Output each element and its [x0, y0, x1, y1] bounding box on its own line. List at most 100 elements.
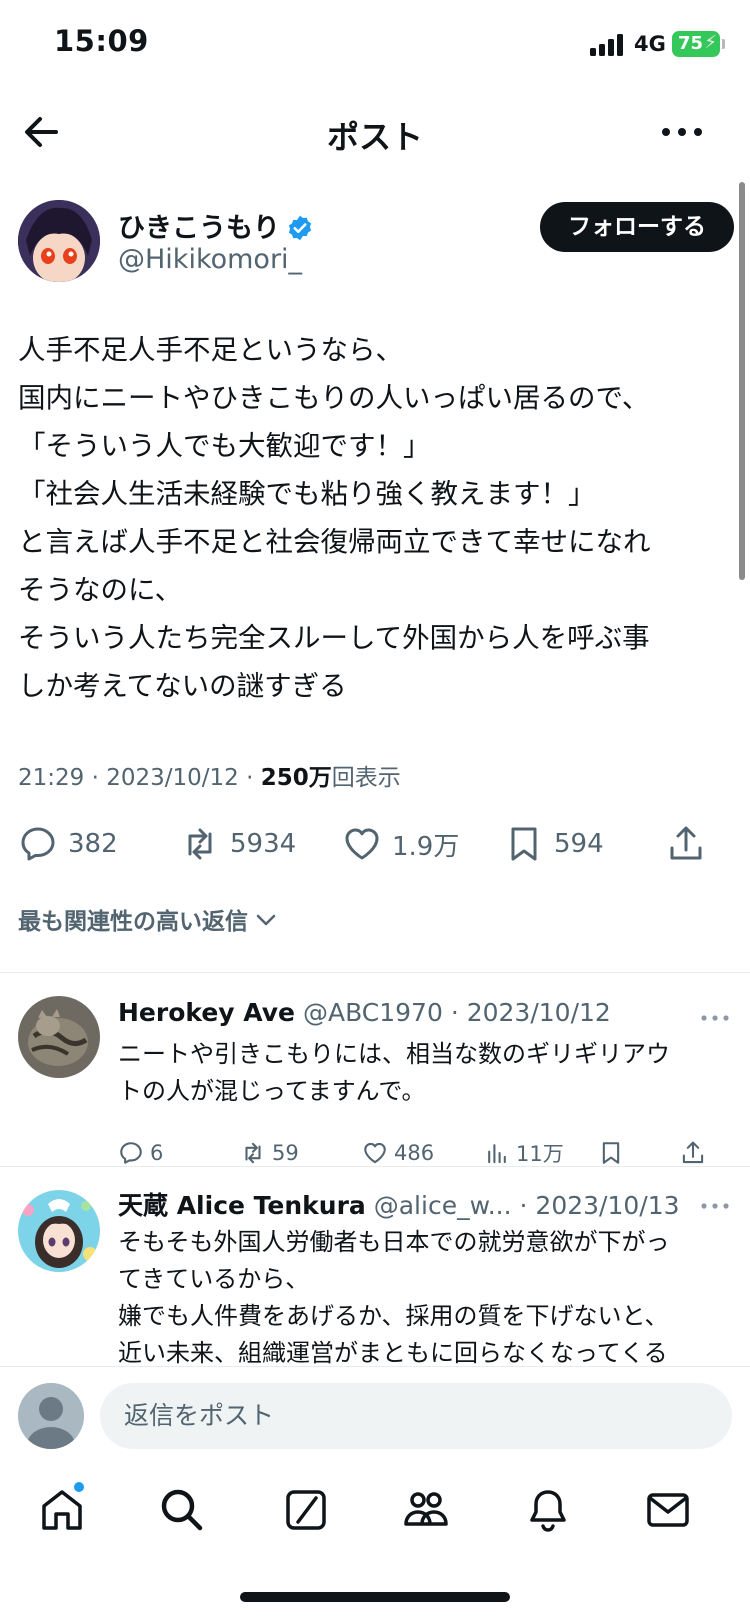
view-label: 回表示 [331, 765, 401, 791]
more-button[interactable] [654, 110, 710, 154]
signal-icon [590, 34, 628, 56]
reply-line: てきているから、 [118, 1265, 310, 1293]
reply-composer: 返信をポスト [0, 1366, 750, 1458]
cat-photo [18, 996, 100, 1078]
post-meta: 21:29 · 2023/10/12 · 250万回表示 [18, 765, 401, 791]
reply-text: そもそも外国人労働者も日本での就労意欲が下がっ てきているから、 嫌でも人件費を… [118, 1224, 730, 1372]
follow-button[interactable]: フォローする [540, 202, 734, 252]
repost-count: 59 [272, 1141, 299, 1165]
repost-count: 5934 [230, 829, 297, 859]
post-time: 21:29 [18, 765, 85, 791]
reply-author-handle[interactable]: @alice_w... [374, 1191, 512, 1220]
reply-input[interactable]: 返信をポスト [100, 1383, 732, 1449]
post-line: 人手不足人手不足というなら、 [18, 334, 403, 366]
communities-icon [404, 1492, 448, 1526]
search-icon [161, 1489, 203, 1531]
tab-search[interactable] [156, 1484, 208, 1536]
reply-header: Herokey Ave @ABC1970 · 2023/10/12 [118, 998, 611, 1027]
status-bar: 15:09 4G 75 ⚡ [0, 0, 750, 90]
tab-messages[interactable] [642, 1484, 694, 1536]
more-horizontal-icon [701, 1015, 729, 1021]
reply-like-button[interactable]: 486 [362, 1136, 434, 1170]
more-horizontal-icon [662, 128, 702, 136]
repost-button[interactable]: 5934 [180, 818, 296, 870]
reply-reply-button[interactable]: 6 [118, 1136, 163, 1170]
default-user-icon [18, 1383, 84, 1449]
scroll-indicator[interactable] [739, 182, 745, 580]
post-author: ひきこうもり @Hikikomori_ フォローする [18, 200, 734, 290]
bookmark-button[interactable]: 594 [504, 818, 604, 870]
post-line: 国内にニートやひきこもりの人いっぱい居るので、 [18, 382, 650, 414]
heart-icon [345, 828, 379, 860]
reply-line: 嫌でも人件費をあげるか、採用の質を下げないと、 [118, 1302, 669, 1330]
like-count: 486 [394, 1141, 435, 1165]
meta-separator: · [442, 998, 467, 1027]
author-name[interactable]: ひきこうもり [118, 206, 314, 245]
home-indicator[interactable] [240, 1592, 510, 1602]
reply-author-name[interactable]: 天蔵 Alice Tenkura [118, 1191, 366, 1220]
grok-icon [286, 1490, 326, 1530]
verified-badge-icon [288, 215, 312, 241]
reply-sort-dropdown[interactable]: 最も関連性の高い返信 [18, 902, 278, 936]
mail-icon [647, 1493, 689, 1527]
bookmark-count: 594 [554, 829, 604, 859]
chevron-down-icon [256, 914, 276, 926]
more-horizontal-icon [701, 1203, 729, 1209]
tab-communities[interactable] [400, 1484, 452, 1536]
reply-avatar[interactable] [18, 1190, 100, 1272]
tab-grok[interactable] [280, 1484, 332, 1536]
share-button[interactable] [666, 818, 716, 870]
reply-share-button[interactable] [680, 1136, 712, 1170]
analytics-icon [488, 1144, 506, 1164]
post-line: そういう人たち完全スルーして外国から人を呼ぶ事 [18, 622, 650, 654]
post-line: 「そういう人でも大歓迎です！」 [18, 430, 431, 462]
share-icon [670, 826, 702, 860]
share-icon [682, 1141, 704, 1164]
reply-header: 天蔵 Alice Tenkura @alice_w... · 2023/10/1… [118, 1186, 680, 1222]
reply-line: ニートや引きこもりには、相当な数のギリギリアウ [118, 1040, 670, 1068]
anime-avatar-illustration [18, 1190, 100, 1272]
reply-count: 382 [68, 829, 118, 859]
author-handle[interactable]: @Hikikomori_ [118, 244, 302, 275]
reply-line: トの人が混じってますんで。 [118, 1077, 426, 1105]
charging-icon: ⚡ [704, 32, 717, 53]
reply-icon [21, 827, 55, 861]
reply-author-handle[interactable]: @ABC1970 [303, 998, 443, 1027]
battery-icon: 75 ⚡ [672, 31, 725, 57]
repost-icon [245, 1142, 261, 1164]
reply-date: 2023/10/13 [535, 1191, 680, 1220]
reply-author-name[interactable]: Herokey Ave [118, 998, 295, 1027]
unread-dot [72, 1480, 86, 1494]
post-text: 人手不足人手不足というなら、 国内にニートやひきこもりの人いっぱい居るので、 「… [18, 326, 734, 710]
reply-button[interactable]: 382 [18, 818, 118, 870]
bookmark-icon [602, 1142, 620, 1164]
heart-icon [364, 1142, 386, 1164]
like-button[interactable]: 1.9万 [342, 818, 459, 870]
nav-header: ポスト [0, 90, 750, 174]
user-avatar[interactable] [18, 1383, 84, 1449]
post-line: しか考えてないの謎すぎる [18, 670, 347, 702]
reply-avatar[interactable] [18, 996, 100, 1078]
view-count[interactable]: 250万 [261, 765, 332, 791]
battery-level: 75 [678, 33, 704, 54]
tab-notifications[interactable] [522, 1484, 574, 1536]
reply-text: ニートや引きこもりには、相当な数のギリギリアウ トの人が混じってますんで。 [118, 1036, 730, 1110]
reply-repost-button[interactable]: 59 [240, 1136, 299, 1170]
reply-bookmark-button[interactable] [598, 1136, 630, 1170]
reply-item[interactable]: Herokey Ave @ABC1970 · 2023/10/12 ニートや引き… [0, 972, 750, 1166]
post-line: 「社会人生活未経験でも粘り強く教えます！」 [18, 478, 596, 510]
repost-icon [188, 828, 212, 860]
reply-sort-label: 最も関連性の高い返信 [18, 909, 248, 935]
author-avatar[interactable] [18, 200, 100, 282]
reply-views-button[interactable]: 11万 [484, 1136, 564, 1170]
reply-more-button[interactable] [700, 1196, 730, 1209]
post-actions: 382 5934 1.9万 594 [18, 818, 734, 870]
reply-more-button[interactable] [700, 1008, 730, 1021]
status-time: 15:09 [54, 24, 149, 58]
post-date: 2023/10/12 [106, 765, 239, 791]
reply-date: 2023/10/12 [466, 998, 611, 1027]
reply-line: そもそも外国人労働者も日本での就労意欲が下がっ [118, 1228, 670, 1256]
reply-item[interactable]: 天蔵 Alice Tenkura @alice_w... · 2023/10/1… [0, 1166, 750, 1367]
reply-count: 6 [150, 1141, 164, 1165]
post-line: と言えば人手不足と社会復帰両立できて幸せになれ [18, 526, 651, 558]
